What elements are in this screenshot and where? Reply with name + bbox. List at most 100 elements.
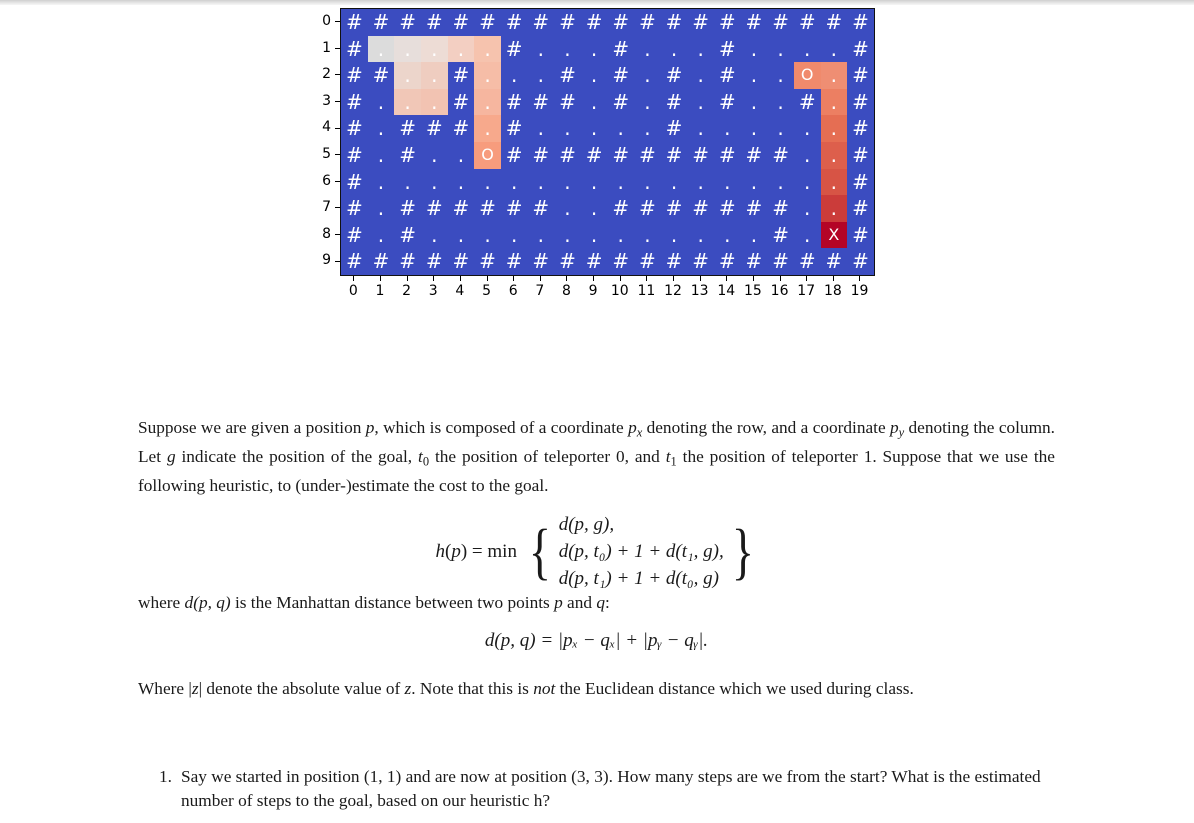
maze-cell-open: . [580,35,608,63]
maze-cell-wall: # [447,9,475,36]
maze-cell-wall: # [447,248,475,275]
heuristic-equation: h(p) = min { d(p, g), d(p, t₀) + 1 + d(t… [138,512,1055,593]
maze-cell-open: . [394,35,421,63]
maze-cell-teleporter: O [793,62,821,89]
maze-cell-wall: # [394,221,421,249]
heuristic-case-3: d(p, t₁) + 1 + d(t₀, g) [558,567,719,589]
maze-cell-wall: # [767,248,794,275]
text-run: where [138,593,185,612]
text-run: and [562,593,597,612]
maze-cell-wall: # [420,248,448,275]
maze-cell-wall: # [554,248,581,275]
maze-cell-wall: # [713,62,741,89]
column-axis-label: 6 [500,276,527,299]
maze-cell-wall: # [580,141,608,169]
row-axis-label: 0 [311,8,340,35]
maze-cell-open: . [554,115,581,142]
text-run: : [604,593,610,612]
heuristic-case-1: d(p, g), [558,514,615,535]
maze-cell-wall: # [607,9,635,36]
maze-cell-open: . [474,221,501,249]
maze-cell-wall: # [607,141,635,169]
var-px: p [628,418,637,437]
maze-cell-wall: # [341,248,368,275]
maze-cell-wall: # [341,115,368,142]
column-axis-label: 2 [393,276,420,299]
maze-cell-wall: # [554,141,581,169]
maze-cell-open: . [447,35,475,63]
maze-row: #. #.. O # # # # # # # # # # #.. # [341,141,874,169]
maze-cell-wall: # [341,9,368,36]
maze-cell-open: . [767,62,794,89]
maze-cell-open: . [367,88,395,116]
maze-cell-wall: # [447,115,475,142]
question-text: Say we started in position (1, 1) and ar… [180,767,1041,810]
maze-cell-open: . [580,221,608,249]
maze-cell-wall: # [607,35,635,63]
maze-cell-wall: # [607,248,635,275]
column-axis-label: 18 [820,276,847,299]
maze-cell-wall: # [767,221,794,249]
maze-row: #. # # # # # #.. # # # # # # #.. # [341,195,874,222]
maze-row: #..... #... #... #.... # [341,35,874,63]
var-q: q [596,593,605,612]
column-axis-label: 0 [340,276,367,299]
maze-cell-wall: # [767,195,794,222]
maze-cell-open: . [474,115,501,142]
maze-cell-wall: # [687,9,714,36]
eq-h-symbol: h [435,541,446,563]
maze-cell-open: . [580,88,608,116]
maze-row: #... #. # # #. #. #. #.. #. # [341,88,874,116]
column-axis-label: 17 [793,276,820,299]
maze-cell-open: . [500,221,528,249]
maze-cell-wall: # [394,9,421,36]
maze-cell-wall: # [341,195,368,222]
maze-cell-open: . [820,168,848,196]
maze-cell-open: . [554,195,581,222]
maze-cell-open: . [367,35,395,63]
maze-cell-open: . [554,221,581,249]
maze-cell-wall: # [687,248,714,275]
column-axis-label: 11 [633,276,660,299]
maze-row: #. #............. #. X # [341,221,874,249]
question-list: 1. Say we started in position (1, 1) and… [159,765,1059,813]
maze-cell-open: . [687,115,714,142]
maze-cell-wall: # [500,88,528,116]
maze-cell-open: . [687,88,714,116]
maze-cell-wall: # [500,9,528,36]
text-run: is the Manhattan distance between two po… [230,593,555,612]
maze-cell-open: . [447,221,475,249]
var-z: z [191,679,199,698]
column-axis-label: 19 [846,276,873,299]
maze-cell-wall: # [660,88,688,116]
maze-cell-wall: # [500,248,528,275]
maze-cell-open: . [367,115,395,142]
maze-cell-open: . [634,115,661,142]
maze-cell-open: . [820,88,848,116]
maze-cell-open: . [820,195,848,222]
maze-cell-wall: # [660,9,688,36]
maze-cell-open: . [687,62,714,89]
maze-cell-open: . [394,88,421,116]
maze-cell-open: . [687,168,714,196]
var-g: g [166,447,176,467]
maze-cell-open: . [474,168,501,196]
maze-cell-wall: # [793,88,821,116]
maze-cell-open: . [527,168,555,196]
column-axis-label: 14 [713,276,740,299]
maze-cell-wall: # [634,9,661,36]
maze-cell-open: . [767,35,794,63]
maze-cell-open: . [740,221,768,249]
maze-cell-open: . [580,168,608,196]
maze-cell-open: . [580,62,608,89]
maze-cell-wall: # [554,88,581,116]
maze-cell-open: . [634,88,661,116]
maze-cell-open: . [740,168,768,196]
maze-cell-open: . [474,35,501,63]
maze-cell-open: . [687,221,714,249]
maze-cell-wall: # [687,141,714,169]
paragraph-absolute-value: Where |z| denote the absolute value of z… [138,677,1055,701]
maze-cell-open: . [793,141,821,169]
maze-cell-wall: # [660,248,688,275]
maze-cell-wall: # [394,195,421,222]
